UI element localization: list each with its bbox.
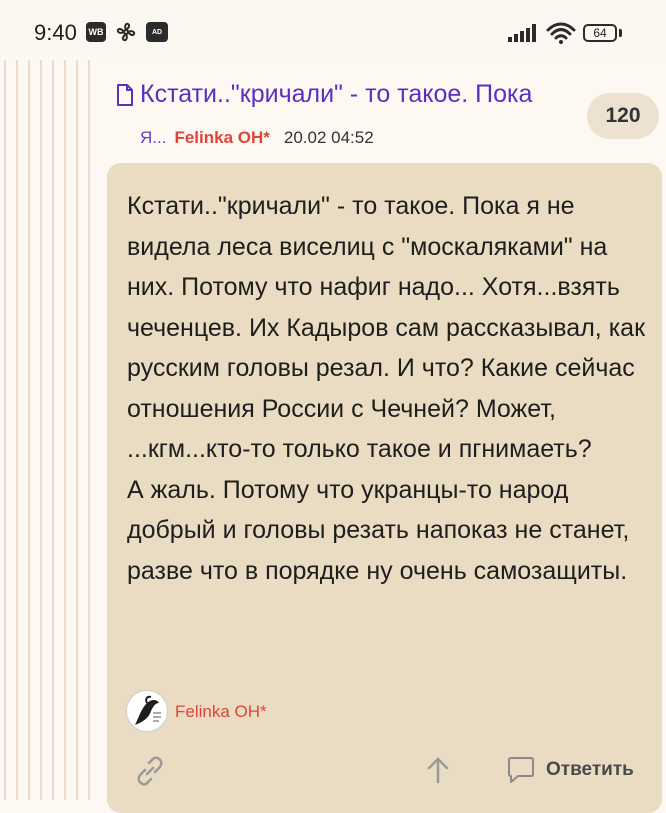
fan-icon — [116, 22, 136, 42]
thread-line — [52, 60, 54, 800]
avatar[interactable] — [126, 690, 168, 732]
thread-line — [4, 60, 6, 800]
thread-line — [64, 60, 66, 800]
post-title-text: Кстати.."кричали" - то такое. Пока — [140, 80, 533, 108]
message-paragraph: Кстати.."кричали" - то такое. Пока я не … — [127, 192, 646, 463]
link-icon[interactable] — [134, 755, 166, 787]
thread-line — [40, 60, 42, 800]
thread-line — [76, 60, 78, 800]
comment-icon — [508, 757, 534, 783]
status-time: 9:40 — [34, 20, 77, 45]
message-paragraph: А жаль. Потому что укранцы-то народ добр… — [127, 475, 630, 585]
reply-count-badge[interactable]: 120 — [587, 93, 659, 139]
status-bar: 9:40 WB AD 64 — [0, 0, 666, 60]
meta-prefix[interactable]: Я... — [140, 128, 166, 148]
message-body: Кстати.."кричали" - то такое. Пока я не … — [127, 186, 647, 591]
avatar-image — [127, 691, 167, 731]
post-date: 20.02 04:52 — [283, 128, 374, 147]
author-link[interactable]: Felinka ОН* — [174, 128, 269, 148]
battery-icon: 64 — [583, 24, 617, 42]
thread-line — [88, 60, 90, 800]
wifi-icon — [546, 22, 576, 44]
arrow-up-icon[interactable] — [424, 755, 452, 785]
ad-blocker-icon: AD — [146, 22, 168, 42]
post-meta: Я... Felinka ОН* 20.02 04:52 — [140, 128, 374, 148]
thread-line — [28, 60, 30, 800]
signal-icon — [508, 24, 536, 42]
post-title[interactable]: Кстати.."кричали" - то такое. Пока — [116, 80, 586, 109]
document-icon — [117, 83, 133, 106]
reply-button[interactable]: Ответить — [506, 756, 634, 784]
reply-label: Ответить — [546, 759, 634, 780]
signature-author[interactable]: Felinka ОН* — [175, 702, 267, 722]
wb-app-icon: WB — [86, 22, 106, 42]
battery-tip — [619, 29, 622, 37]
thread-line — [16, 60, 18, 800]
